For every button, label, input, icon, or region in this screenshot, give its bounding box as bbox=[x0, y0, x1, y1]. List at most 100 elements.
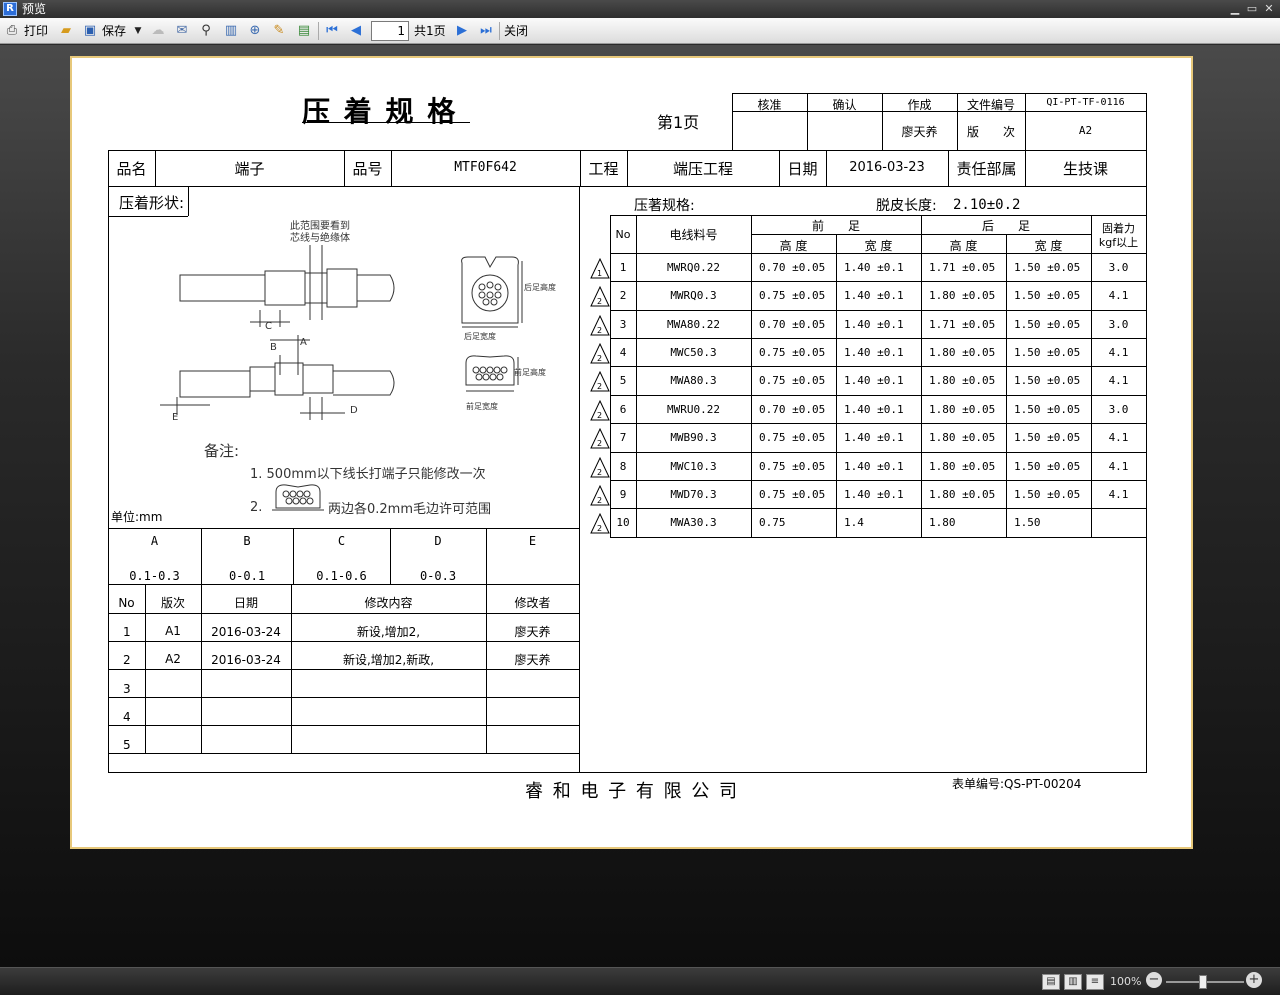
date-label: 日期 bbox=[787, 160, 818, 178]
dim-d-label: D bbox=[350, 405, 358, 416]
spec-cell-fw: 1.4 bbox=[844, 516, 864, 529]
spec-cell-wire: MWA80.22 bbox=[667, 318, 720, 331]
spec-cell-rh: 1.80 ±0.05 bbox=[929, 374, 996, 387]
svg-text:2: 2 bbox=[597, 439, 602, 448]
spec-cell-rh: 1.80 ±0.05 bbox=[929, 431, 996, 444]
spec-cell-wire: MWRU0.22 bbox=[667, 403, 720, 416]
zoom-out-icon[interactable]: − bbox=[1146, 972, 1162, 988]
continuous-page-icon[interactable]: ≡ bbox=[1086, 974, 1104, 990]
rev-version: A2 bbox=[165, 652, 181, 666]
spec-label: 压著规格: bbox=[634, 198, 695, 214]
table-row: 2 bbox=[123, 653, 131, 667]
revision-triangle-icon: 2 bbox=[590, 315, 610, 336]
rev-content: 新设,增加2,新政, bbox=[342, 653, 435, 667]
spec-header-no: No bbox=[615, 228, 631, 241]
svg-text:2: 2 bbox=[597, 411, 602, 420]
table-row: 10 bbox=[616, 516, 630, 529]
author-name: 廖天养 bbox=[901, 125, 938, 139]
spec-cell-rw: 1.50 ±0.05 bbox=[1014, 431, 1081, 444]
spec-cell-rw: 1.50 ±0.05 bbox=[1014, 460, 1081, 473]
table-row: 7 bbox=[619, 431, 627, 444]
spec-cell-fh: 0.75 ±0.05 bbox=[759, 346, 826, 359]
dim-b-label: B bbox=[270, 342, 277, 353]
name-value: 端子 bbox=[234, 160, 265, 178]
strip-length-value: 2.10±0.2 bbox=[953, 197, 1021, 213]
table-row: 8 bbox=[619, 460, 627, 473]
note-2: 两边各0.2mm毛边许可范围 bbox=[328, 502, 492, 517]
spec-cell-rh: 1.80 bbox=[929, 516, 956, 529]
table-row: 5 bbox=[619, 374, 627, 387]
spec-cell-fw: 1.40 ±0.1 bbox=[844, 431, 904, 444]
rev-header-no: No bbox=[118, 596, 135, 610]
single-page-icon[interactable]: ▤ bbox=[1042, 974, 1060, 990]
spec-header-rear: 后 足 bbox=[981, 219, 1030, 233]
strip-length-label: 脱皮长度: bbox=[876, 198, 937, 214]
spec-cell-rh: 1.80 ±0.05 bbox=[929, 403, 996, 416]
doc-number-label: 文件编号 bbox=[966, 98, 1015, 112]
spec-cell-rw: 1.50 ±0.05 bbox=[1014, 488, 1081, 501]
rev-by: 廖天养 bbox=[514, 625, 551, 639]
notes-title: 备注: bbox=[204, 442, 240, 460]
table-row: 1 bbox=[619, 261, 627, 274]
approve-header: 核准 bbox=[757, 98, 782, 112]
spec-cell-fw: 1.40 ±0.1 bbox=[844, 403, 904, 416]
spec-cell-f: 4.1 bbox=[1108, 346, 1129, 359]
spec-cell-wire: MWRQ0.3 bbox=[670, 289, 717, 302]
spec-header-rear-width: 宽 度 bbox=[1034, 239, 1063, 253]
rear-height-label: 后足高度 bbox=[524, 282, 556, 292]
rev-version: A1 bbox=[165, 624, 181, 638]
dim-header-d: D bbox=[434, 534, 442, 548]
spec-cell-fh: 0.75 ±0.05 bbox=[759, 460, 826, 473]
dim-header-b: B bbox=[243, 534, 251, 548]
revision-label: 版 次 bbox=[966, 125, 1015, 139]
spec-cell-fh: 0.75 ±0.05 bbox=[759, 488, 826, 501]
spec-cell-fh: 0.70 ±0.05 bbox=[759, 403, 826, 416]
two-page-icon[interactable]: ▥ bbox=[1064, 974, 1082, 990]
spec-header-front-width: 宽 度 bbox=[864, 239, 893, 253]
process-label: 工程 bbox=[588, 160, 619, 178]
rev-date: 2016-03-24 bbox=[211, 625, 281, 639]
rev-content: 新设,增加2, bbox=[356, 625, 421, 639]
part-label: 品号 bbox=[352, 160, 383, 178]
dim-a-label: A bbox=[300, 337, 307, 348]
doc-number: QI-PT-TF-0116 bbox=[1046, 97, 1125, 108]
svg-text:2: 2 bbox=[597, 524, 602, 533]
spec-cell-wire: MWA30.3 bbox=[670, 516, 717, 529]
form-number: 表单编号:QS-PT-00204 bbox=[952, 777, 1082, 791]
status-bar: ▤ ▥ ≡ 100% − + bbox=[0, 967, 1280, 995]
dim-e-label: E bbox=[172, 412, 178, 423]
report-page: 压 着 规 格 第1页 核准 确认 作成 文件编号 QI-PT-TF-0116 … bbox=[70, 56, 1193, 849]
revision-triangle-icon: 2 bbox=[590, 286, 610, 307]
dim-value-d: 0-0.3 bbox=[419, 569, 457, 583]
spec-cell-rw: 1.50 ±0.05 bbox=[1014, 318, 1081, 331]
page-label: 第1页 bbox=[657, 113, 700, 132]
revision-triangle-icon: 1 bbox=[590, 258, 610, 279]
dim-c-label: C bbox=[265, 321, 272, 332]
dim-header-a: A bbox=[150, 534, 159, 548]
spec-cell-fh: 0.75 ±0.05 bbox=[759, 289, 826, 302]
spec-header-front: 前 足 bbox=[811, 219, 860, 233]
rev-header-date: 日期 bbox=[233, 596, 258, 610]
spec-cell-rh: 1.80 ±0.05 bbox=[929, 460, 996, 473]
dim-value-b: 0-0.1 bbox=[228, 569, 266, 583]
table-row: 4 bbox=[619, 346, 627, 359]
spec-cell-fh: 0.70 ±0.05 bbox=[759, 318, 826, 331]
svg-text:2: 2 bbox=[597, 496, 602, 505]
svg-text:2: 2 bbox=[597, 468, 602, 477]
rev-date: 2016-03-24 bbox=[211, 653, 281, 667]
diagram-note-1: 此范围要看到 bbox=[290, 219, 350, 232]
spec-cell-f: 4.1 bbox=[1108, 431, 1129, 444]
dept-value: 生技课 bbox=[1062, 160, 1108, 178]
zoom-in-icon[interactable]: + bbox=[1246, 972, 1262, 988]
dim-header-c: C bbox=[337, 534, 346, 548]
note-2-number: 2. bbox=[250, 500, 263, 515]
zoom-slider-handle[interactable] bbox=[1199, 975, 1207, 989]
table-row: 6 bbox=[619, 403, 627, 416]
revision-triangle-icon: 2 bbox=[590, 457, 610, 478]
dim-value-c: 0.1-0.6 bbox=[316, 569, 367, 583]
spec-header-force-unit: kgf以上 bbox=[1098, 236, 1139, 249]
front-height-label: 前足高度 bbox=[514, 367, 546, 377]
spec-cell-rw: 1.50 ±0.05 bbox=[1014, 403, 1081, 416]
spec-cell-wire: MWD70.3 bbox=[670, 488, 717, 501]
dim-value-a: 0.1-0.3 bbox=[129, 569, 180, 583]
